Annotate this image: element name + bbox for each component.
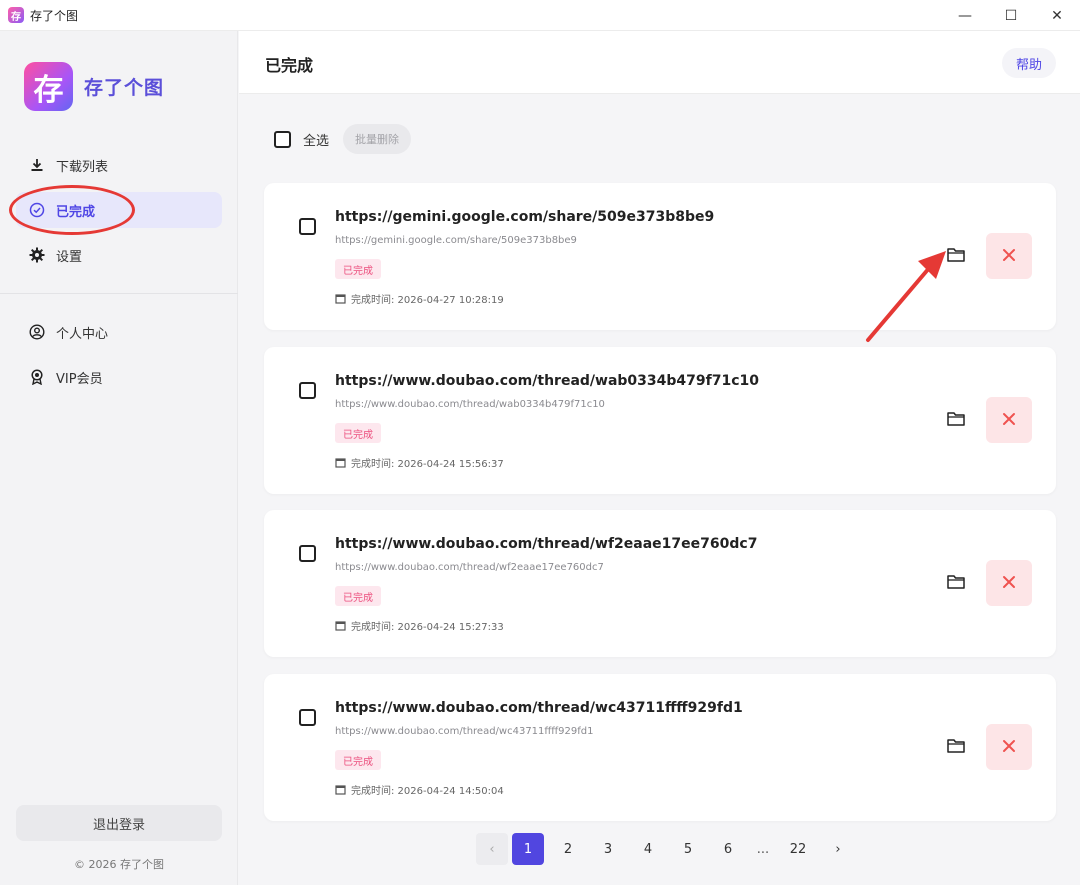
select-all-checkbox[interactable]	[274, 130, 291, 148]
minimize-button[interactable]: —	[942, 0, 988, 31]
folder-icon	[947, 738, 965, 757]
close-button[interactable]: ✕	[1034, 0, 1080, 31]
sidebar-item-label: 设置	[56, 249, 83, 265]
maximize-button[interactable]: ☐	[988, 0, 1034, 31]
sidebar: 存 存了个图 下载列表 已完成 设置 个人中心 VIP会员 退出登录 © 202…	[0, 31, 238, 885]
close-icon	[1002, 738, 1016, 757]
sidebar-item-vip[interactable]: VIP会员	[16, 359, 222, 395]
record-time: 完成时间: 2026-04-24 15:56:37	[335, 455, 504, 470]
app-logo-icon: 存	[8, 7, 24, 23]
status-badge: 已完成	[335, 750, 381, 770]
folder-icon	[947, 411, 965, 430]
sidebar-divider	[0, 293, 238, 294]
sidebar-item-label: 个人中心	[56, 326, 109, 342]
open-folder-button[interactable]	[944, 736, 968, 758]
open-folder-button[interactable]	[944, 409, 968, 431]
record-time-text: 完成时间: 2026-04-24 14:50:04	[351, 786, 504, 797]
calendar-icon	[335, 620, 346, 631]
record-url: https://www.doubao.com/thread/wab0334b47…	[335, 399, 605, 410]
window-title: 存了个图	[30, 8, 79, 23]
page-ellipsis: ...	[756, 841, 770, 857]
status-badge: 已完成	[335, 423, 381, 443]
record-title: https://www.doubao.com/thread/wc43711fff…	[335, 700, 743, 716]
close-icon	[1002, 247, 1016, 266]
folder-icon	[947, 574, 965, 593]
window-titlebar: 存 存了个图 — ☐ ✕	[0, 0, 1080, 31]
copyright: © 2026 存了个图	[74, 858, 164, 871]
page-button-2[interactable]: 2	[552, 833, 584, 865]
record-url: https://www.doubao.com/thread/wc43711fff…	[335, 726, 594, 737]
gear-icon	[28, 246, 46, 264]
bulk-delete-button[interactable]: 批量删除	[343, 124, 412, 154]
delete-button[interactable]	[986, 724, 1032, 770]
delete-button[interactable]	[986, 397, 1032, 443]
close-icon	[1002, 574, 1016, 593]
record-title: https://www.doubao.com/thread/wab0334b47…	[335, 373, 759, 389]
sidebar-item-label: 下载列表	[56, 159, 109, 175]
delete-button[interactable]	[986, 560, 1032, 606]
sidebar-item-settings[interactable]: 设置	[16, 237, 222, 273]
sidebar-item-downloads[interactable]: 下载列表	[16, 147, 222, 183]
record-card: https://gemini.google.com/share/509e373b…	[264, 183, 1056, 330]
select-all-label: 全选	[303, 133, 330, 149]
calendar-icon	[335, 293, 346, 304]
status-badge: 已完成	[335, 586, 381, 606]
record-checkbox[interactable]	[299, 218, 316, 235]
window-controls: — ☐ ✕	[942, 0, 1080, 31]
sidebar-item-completed[interactable]: 已完成	[16, 192, 222, 228]
page-button-3[interactable]: 3	[592, 833, 624, 865]
record-card: https://www.doubao.com/thread/wc43711fff…	[264, 674, 1056, 821]
record-time-text: 完成时间: 2026-04-24 15:27:33	[351, 622, 504, 633]
download-icon	[28, 156, 46, 174]
status-badge: 已完成	[335, 259, 381, 279]
logout-button[interactable]: 退出登录	[16, 805, 222, 841]
record-time: 完成时间: 2026-04-27 10:28:19	[335, 291, 504, 306]
open-folder-button[interactable]	[944, 572, 968, 594]
page-button-5[interactable]: 5	[672, 833, 704, 865]
record-card: https://www.doubao.com/thread/wf2eaae17e…	[264, 510, 1056, 657]
close-icon	[1002, 411, 1016, 430]
record-checkbox[interactable]	[299, 382, 316, 399]
record-url: https://gemini.google.com/share/509e373b…	[335, 235, 577, 246]
record-checkbox[interactable]	[299, 545, 316, 562]
calendar-icon	[335, 457, 346, 468]
calendar-icon	[335, 784, 346, 795]
brand: 存 存了个图	[24, 62, 164, 111]
folder-icon	[947, 247, 965, 266]
record-time: 完成时间: 2026-04-24 14:50:04	[335, 782, 504, 797]
prev-page-button[interactable]: ‹	[476, 833, 508, 865]
open-folder-button[interactable]	[944, 245, 968, 267]
page-button-22[interactable]: 22	[782, 833, 814, 865]
record-url: https://www.doubao.com/thread/wf2eaae17e…	[335, 562, 604, 573]
page-button-1[interactable]: 1	[512, 833, 544, 865]
page-title: 已完成	[265, 56, 314, 75]
record-title: https://www.doubao.com/thread/wf2eaae17e…	[335, 536, 758, 552]
list-toolbar: 全选 批量删除	[274, 124, 412, 154]
record-checkbox[interactable]	[299, 709, 316, 726]
record-time: 完成时间: 2026-04-24 15:27:33	[335, 618, 504, 633]
next-page-button[interactable]: ›	[822, 833, 854, 865]
user-circle-icon	[28, 323, 46, 341]
sidebar-item-profile[interactable]: 个人中心	[16, 314, 222, 350]
delete-button[interactable]	[986, 233, 1032, 279]
help-button[interactable]: 帮助	[1001, 48, 1056, 78]
check-circle-icon	[28, 201, 46, 219]
page-button-6[interactable]: 6	[712, 833, 744, 865]
brand-logo-icon: 存	[24, 62, 73, 111]
record-title: https://gemini.google.com/share/509e373b…	[335, 209, 715, 225]
sidebar-item-label: 已完成	[56, 204, 96, 220]
brand-name: 存了个图	[84, 77, 165, 99]
record-time-text: 完成时间: 2026-04-24 15:56:37	[351, 459, 504, 470]
page-button-4[interactable]: 4	[632, 833, 664, 865]
pagination: ‹ 1 2 3 4 5 6 ... 22 ›	[476, 833, 862, 865]
header: 已完成 帮助	[239, 31, 1080, 94]
sidebar-item-label: VIP会员	[56, 371, 103, 387]
record-time-text: 完成时间: 2026-04-27 10:28:19	[351, 295, 504, 306]
record-card: https://www.doubao.com/thread/wab0334b47…	[264, 347, 1056, 494]
vip-badge-icon	[28, 368, 46, 386]
